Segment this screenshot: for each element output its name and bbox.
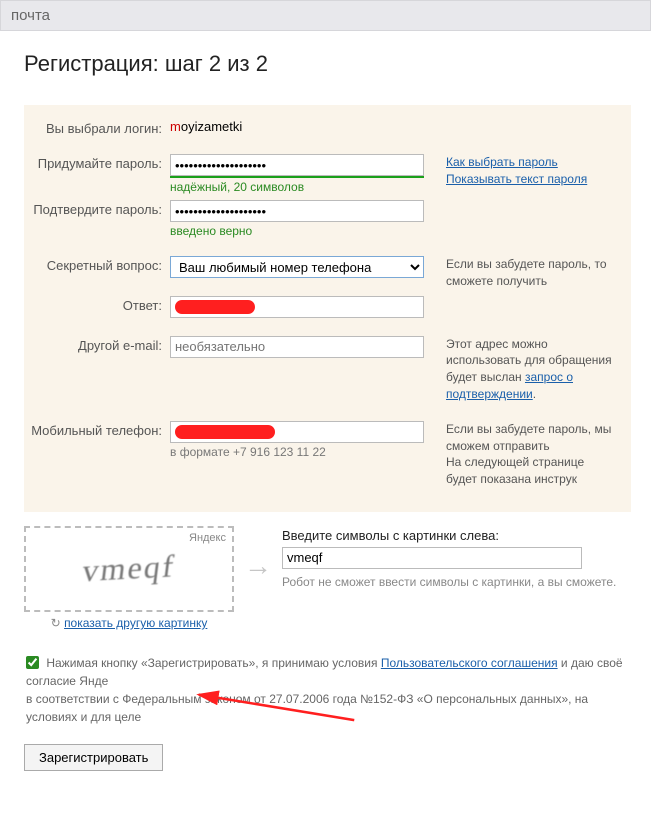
answer-redacted: [175, 300, 255, 314]
answer-label: Ответ:: [24, 296, 170, 318]
other-email-label: Другой e-mail:: [24, 336, 170, 403]
show-password-link[interactable]: Показывать текст пароля: [446, 172, 587, 186]
captcha-input[interactable]: [282, 547, 582, 569]
login-label: Вы выбрали логин:: [24, 119, 170, 136]
password-label: Придумайте пароль:: [24, 154, 170, 194]
other-email-hint2-pre: будет выслан: [446, 370, 525, 384]
header-bar: почта: [0, 0, 651, 31]
captcha-scrawl: vmeqf: [80, 548, 177, 590]
phone-sub: в формате +7 916 123 11 22: [170, 445, 430, 459]
secret-select[interactable]: Ваш любимый номер телефона: [170, 256, 424, 278]
captcha-sub: Робот не сможет ввести символы с картинк…: [282, 575, 631, 589]
phone-hint2: На следующей странице будет показана инс…: [446, 455, 584, 486]
phone-label: Мобильный телефон:: [24, 421, 170, 488]
show-other-captcha[interactable]: ↻ показать другую картинку: [24, 616, 234, 630]
password2-input[interactable]: [170, 200, 424, 222]
refresh-icon: ↻: [51, 616, 61, 630]
page-title: Регистрация: шаг 2 из 2: [24, 51, 631, 77]
answer-input[interactable]: [170, 296, 424, 318]
captcha-brand: Яндекс: [189, 532, 226, 544]
phone-redacted: [175, 425, 275, 439]
other-email-hint: Этот адрес можно использовать для обраще…: [446, 337, 612, 368]
login-value: moyizametki: [170, 119, 430, 136]
captcha-image: Яндекс vmeqf: [24, 526, 234, 612]
header-title: почта: [11, 7, 50, 24]
password2-label: Подтвердите пароль:: [24, 200, 170, 238]
phone-hint1: Если вы забудете пароль, мы сможем отпра…: [446, 422, 611, 453]
other-email-input[interactable]: [170, 336, 424, 358]
submit-button[interactable]: Зарегистрировать: [24, 744, 163, 771]
login-first-letter: m: [170, 119, 181, 134]
secret-hint: Если вы забудете пароль, то сможете полу…: [430, 256, 617, 290]
how-choose-password-link[interactable]: Как выбрать пароль: [446, 155, 558, 169]
show-other-captcha-link[interactable]: показать другую картинку: [64, 616, 207, 630]
captcha-label: Введите символы с картинки слева:: [282, 528, 631, 543]
registration-form: Вы выбрали логин: moyizametki Придумайте…: [24, 105, 631, 512]
phone-input[interactable]: [170, 421, 424, 443]
password2-sub: введено верно: [170, 224, 430, 238]
secret-label: Секретный вопрос:: [24, 256, 170, 290]
annotation-arrow: [174, 615, 374, 815]
agreement-link[interactable]: Пользовательского соглашения: [381, 656, 558, 670]
password-strength-text: надёжный, 20 символов: [170, 180, 430, 194]
agree-checkbox[interactable]: [26, 656, 39, 669]
login-rest: oyizametki: [181, 119, 242, 134]
password-input[interactable]: [170, 154, 424, 176]
captcha-block: Яндекс vmeqf ↻ показать другую картинку …: [24, 526, 631, 630]
arrow-icon: →: [244, 550, 272, 582]
